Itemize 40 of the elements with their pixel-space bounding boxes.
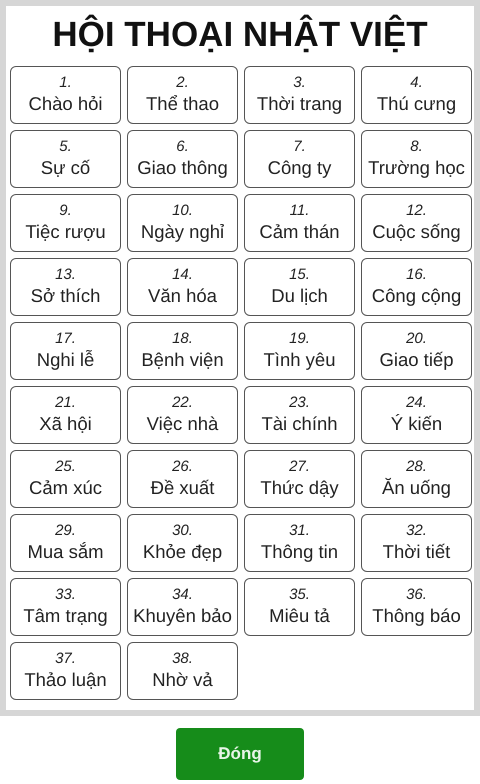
topic-button[interactable]: 13. Sở thích <box>10 258 121 316</box>
topic-button[interactable]: 20. Giao tiếp <box>361 322 472 380</box>
topic-button[interactable]: 32. Thời tiết <box>361 514 472 572</box>
close-button[interactable]: Đóng <box>176 728 304 780</box>
topic-button[interactable]: 15. Du lịch <box>244 258 355 316</box>
topic-button[interactable]: 17. Nghi lễ <box>10 322 121 380</box>
topic-button[interactable]: 5. Sự cố <box>10 130 121 188</box>
topic-button[interactable]: 3. Thời trang <box>244 66 355 124</box>
topic-button[interactable]: 21. Xã hội <box>10 386 121 444</box>
topic-button[interactable]: 19. Tình yêu <box>244 322 355 380</box>
topic-button[interactable]: 24. Ý kiến <box>361 386 472 444</box>
topic-button[interactable]: 31. Thông tin <box>244 514 355 572</box>
topic-button[interactable]: 35. Miêu tả <box>244 578 355 636</box>
topic-button[interactable]: 34. Khuyên bảo <box>127 578 238 636</box>
topic-button[interactable]: 2. Thể thao <box>127 66 238 124</box>
topic-button[interactable]: 6. Giao thông <box>127 130 238 188</box>
topic-button[interactable]: 27. Thức dậy <box>244 450 355 508</box>
topic-button[interactable]: 22. Việc nhà <box>127 386 238 444</box>
topic-button[interactable]: 8. Trường học <box>361 130 472 188</box>
topic-button[interactable]: 38. Nhờ vả <box>127 642 238 700</box>
topic-button[interactable]: 23. Tài chính <box>244 386 355 444</box>
topic-button[interactable]: 9. Tiệc rượu <box>10 194 121 252</box>
dialog-title: HỘI THOẠI NHẬT VIỆT <box>51 14 429 56</box>
topic-button[interactable]: 33. Tâm trạng <box>10 578 121 636</box>
topic-button[interactable]: 18. Bệnh viện <box>127 322 238 380</box>
topic-button[interactable]: 14. Văn hóa <box>127 258 238 316</box>
topic-button[interactable]: 11. Cảm thán <box>244 194 355 252</box>
topic-button[interactable]: 36. Thông báo <box>361 578 472 636</box>
topic-button[interactable]: 28. Ăn uống <box>361 450 472 508</box>
topic-button[interactable]: 1. Chào hỏi <box>10 66 121 124</box>
topic-button[interactable]: 30. Khỏe đẹp <box>127 514 238 572</box>
topic-button[interactable]: 29. Mua sắm <box>10 514 121 572</box>
topic-button[interactable]: 37. Thảo luận <box>10 642 121 700</box>
topic-button[interactable]: 12. Cuộc sống <box>361 194 472 252</box>
topic-button[interactable]: 7. Công ty <box>244 130 355 188</box>
topic-button[interactable]: 16. Công cộng <box>361 258 472 316</box>
topic-button[interactable]: 26. Đề xuất <box>127 450 238 508</box>
topic-button[interactable]: 10. Ngày nghỉ <box>127 194 238 252</box>
topic-button[interactable]: 4. Thú cưng <box>361 66 472 124</box>
topic-button[interactable]: 25. Cảm xúc <box>10 450 121 508</box>
